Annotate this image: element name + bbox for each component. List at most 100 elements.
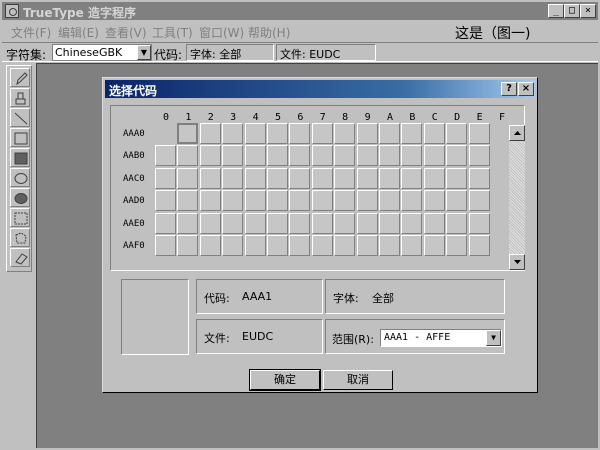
code-cell[interactable]	[289, 235, 311, 256]
code-cell[interactable]	[334, 145, 356, 167]
code-cell[interactable]	[423, 123, 445, 144]
range-select[interactable]: AAA1 - AFFE ▼	[380, 329, 502, 347]
code-cell[interactable]	[379, 145, 400, 167]
close-button[interactable]: ×	[580, 4, 596, 18]
code-cell[interactable]	[356, 190, 378, 212]
code-cell[interactable]	[311, 145, 333, 167]
code-cell[interactable]	[199, 123, 221, 144]
code-cell[interactable]	[155, 145, 176, 167]
code-cell[interactable]	[468, 235, 490, 256]
code-cell[interactable]	[177, 235, 199, 256]
code-cell[interactable]	[379, 167, 400, 189]
ok-button[interactable]: 确定	[249, 369, 321, 391]
code-cell[interactable]	[267, 190, 288, 212]
code-cell[interactable]	[446, 212, 468, 234]
tool-rect-select[interactable]	[10, 208, 30, 227]
code-cell[interactable]	[222, 235, 244, 256]
code-cell[interactable]	[267, 145, 288, 167]
code-cell[interactable]	[244, 123, 266, 144]
code-cell[interactable]	[177, 145, 199, 167]
code-cell[interactable]	[289, 212, 311, 234]
code-cell[interactable]	[244, 145, 266, 167]
tool-line[interactable]	[10, 108, 30, 127]
code-cell[interactable]	[356, 123, 378, 144]
code-cell[interactable]	[401, 212, 423, 234]
code-cell[interactable]	[311, 235, 333, 256]
chevron-down-icon[interactable]: ▼	[486, 330, 501, 346]
code-cell[interactable]	[155, 190, 176, 212]
code-cell[interactable]	[446, 235, 468, 256]
code-cell[interactable]	[244, 190, 266, 212]
code-cell[interactable]	[446, 167, 468, 189]
code-cell[interactable]	[244, 235, 266, 256]
code-cell[interactable]	[356, 145, 378, 167]
code-cell[interactable]	[155, 167, 176, 189]
code-cell[interactable]	[379, 123, 400, 144]
code-cell[interactable]	[267, 123, 288, 144]
code-cell[interactable]	[222, 190, 244, 212]
code-cell[interactable]	[222, 123, 244, 144]
menu-edit[interactable]: 编辑(E)	[58, 24, 99, 41]
menu-file[interactable]: 文件(F)	[11, 24, 51, 41]
code-cell[interactable]	[244, 212, 266, 234]
code-cell[interactable]	[401, 167, 423, 189]
code-cell[interactable]	[267, 212, 288, 234]
code-cell[interactable]	[334, 235, 356, 256]
code-cell[interactable]	[468, 123, 490, 144]
code-cell[interactable]	[356, 212, 378, 234]
tool-hollow-ellipse[interactable]	[10, 168, 30, 187]
code-cell[interactable]	[334, 123, 356, 144]
code-cell[interactable]	[423, 190, 445, 212]
code-cell[interactable]	[177, 123, 199, 144]
code-cell[interactable]	[222, 167, 244, 189]
code-cell[interactable]	[289, 190, 311, 212]
code-cell[interactable]	[379, 212, 400, 234]
code-cell[interactable]	[468, 190, 490, 212]
code-cell[interactable]	[446, 145, 468, 167]
tool-freeform-select[interactable]	[10, 228, 30, 247]
code-cell[interactable]	[222, 212, 244, 234]
help-button[interactable]: ?	[501, 82, 517, 96]
code-cell[interactable]	[199, 167, 221, 189]
tool-brush[interactable]	[10, 88, 30, 107]
code-cell[interactable]	[334, 212, 356, 234]
code-cell[interactable]	[177, 167, 199, 189]
scroll-up-button[interactable]	[509, 125, 525, 141]
code-cell[interactable]	[199, 145, 221, 167]
code-cell[interactable]	[267, 235, 288, 256]
code-cell[interactable]	[311, 190, 333, 212]
code-cell[interactable]	[446, 190, 468, 212]
code-cell[interactable]	[334, 190, 356, 212]
maximize-button[interactable]: □	[564, 4, 580, 18]
code-cell[interactable]	[155, 235, 176, 256]
menu-help[interactable]: 帮助(H)	[248, 24, 290, 41]
grid-scrollbar[interactable]	[509, 125, 525, 270]
menu-tools[interactable]: 工具(T)	[152, 24, 193, 41]
code-cell[interactable]	[423, 212, 445, 234]
tool-filled-ellipse[interactable]	[10, 188, 30, 207]
code-cell[interactable]	[199, 235, 221, 256]
code-cell[interactable]	[311, 123, 333, 144]
code-cell[interactable]	[177, 212, 199, 234]
minimize-button[interactable]: _	[548, 4, 564, 18]
tool-filled-rectangle[interactable]	[10, 148, 30, 167]
code-cell[interactable]	[468, 167, 490, 189]
dialog-close-button[interactable]: ×	[518, 82, 534, 96]
code-cell[interactable]	[401, 190, 423, 212]
code-cell[interactable]	[289, 145, 311, 167]
dialog-title-bar[interactable]: 选择代码 ? ×	[105, 80, 535, 98]
title-bar[interactable]: TrueType 造字程序 _ □ ×	[2, 2, 598, 20]
charset-select[interactable]: ChineseGBK ▼	[52, 44, 152, 61]
code-cell[interactable]	[289, 167, 311, 189]
code-cell[interactable]	[199, 212, 221, 234]
code-cell[interactable]	[423, 167, 445, 189]
app-icon[interactable]	[5, 4, 19, 18]
code-cell[interactable]	[446, 123, 468, 144]
code-cell[interactable]	[311, 167, 333, 189]
scroll-down-button[interactable]	[509, 254, 525, 270]
code-cell[interactable]	[379, 190, 400, 212]
code-cell[interactable]	[468, 145, 490, 167]
code-cell[interactable]	[379, 235, 400, 256]
code-cell[interactable]	[423, 235, 445, 256]
chevron-down-icon[interactable]: ▼	[137, 45, 151, 60]
